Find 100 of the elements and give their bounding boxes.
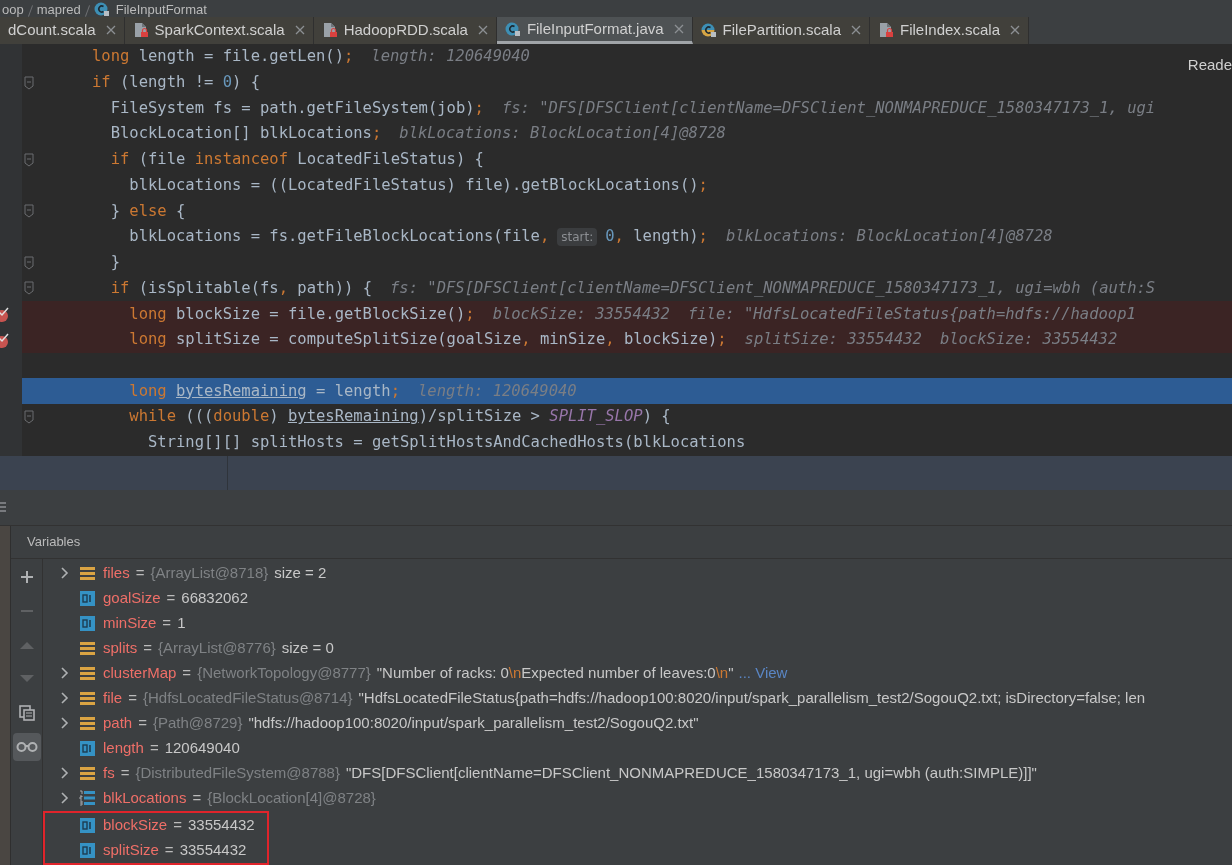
fold-marker-icon[interactable] [24, 255, 34, 270]
chevron-right-icon[interactable] [61, 567, 69, 580]
close-icon[interactable] [294, 25, 305, 36]
variable-name: file [103, 688, 123, 709]
primitive-icon [79, 741, 95, 756]
equals-sign: = [173, 815, 182, 836]
variable-name: splitSize [103, 840, 159, 861]
menu-icon[interactable] [0, 501, 6, 514]
object-icon [79, 566, 95, 581]
variable-type: {NetworkTopology@8777} [197, 663, 371, 684]
breadcrumb-item[interactable]: mapred [36, 1, 81, 17]
variable-value: 120649040 [164, 738, 240, 759]
variable-value: 1 [177, 613, 186, 634]
class-icon [504, 20, 521, 37]
chevron-right-icon[interactable] [61, 692, 69, 705]
variable-type: {Path@8729} [152, 713, 243, 734]
code-line: while (((double) bytesRemaining)/splitSize > SPLIT_SLOP) { [128, 406, 671, 428]
breakpoint-icon[interactable] [0, 306, 10, 323]
down-arrow-icon [18, 674, 35, 684]
file-tab[interactable]: FileIndex.scala [870, 16, 1030, 45]
variable-value: 33554432 [187, 815, 255, 836]
code-line: if (file instanceof LocatedFileStatus) { [109, 149, 484, 171]
chevron-right-icon[interactable] [61, 792, 69, 805]
fold-marker-icon[interactable] [24, 75, 34, 90]
class-icon [93, 0, 110, 17]
code-line: long bytesRemaining = length; length: 120649040 [128, 380, 577, 402]
primitive-icon [79, 843, 95, 858]
variable-name: clusterMap [103, 663, 177, 684]
code-line: if (isSplitable(fs, path)) { fs: "DFS[DFSClient[clientName=DFSClient_NONMAPREDUCE_1580347173_1, ugi=wbh (auth:S [109, 277, 1156, 299]
chevron-right-icon[interactable] [61, 767, 69, 780]
file-tab[interactable]: SparkContext.scala [124, 16, 314, 45]
class-icon [700, 22, 717, 39]
variable-type: {ArrayList@8718} [150, 563, 269, 584]
code-line: FileSystem fs = path.getFileSystem(job); fs: "DFS[DFSClient[clientName=DFSClient_NONMAPREDUCE_1580347173_1, ugi [109, 97, 1156, 119]
panel-title: Variables [27, 533, 81, 552]
code-line: if (length != 0) { [91, 72, 260, 94]
variable-name: path [103, 713, 133, 734]
copy-icon [18, 705, 35, 721]
variable-value: "Number of racks: 0\nExpected number of leaves:0\n" [376, 663, 734, 684]
variable-name: blockSize [103, 815, 168, 836]
equals-sign: = [164, 840, 174, 861]
file-tab[interactable]: FilePartition.scala [692, 16, 870, 45]
variable-name: files [103, 563, 130, 584]
equals-sign: = [149, 738, 159, 759]
equals-sign: = [120, 763, 130, 784]
equals-sign: = [192, 788, 202, 809]
fold-marker-icon[interactable] [24, 410, 34, 424]
primitive-icon [79, 591, 95, 606]
equals-sign: = [166, 588, 176, 609]
breadcrumb-item[interactable]: oop [2, 1, 24, 17]
variable-value: size = 0 [281, 638, 334, 659]
equals-sign: = [182, 663, 192, 684]
object-icon [79, 766, 95, 781]
up-arrow-icon [18, 640, 35, 650]
object-icon [79, 666, 95, 681]
variable-name: minSize [103, 613, 157, 634]
variable-name: splits [103, 638, 138, 659]
variable-value: "hdfs://hadoop100:8020/input/spark_parallelism_test2/SogouQ2.txt" [248, 713, 699, 734]
object-icon [79, 716, 95, 731]
glasses-icon [15, 741, 38, 753]
close-icon[interactable] [1010, 25, 1021, 36]
close-icon[interactable] [477, 25, 488, 36]
variable-name: goalSize [103, 588, 161, 609]
add-icon [19, 570, 34, 584]
variable-name: blkLocations [103, 788, 187, 809]
locked-file-icon [132, 22, 149, 39]
equals-sign: = [162, 613, 172, 634]
file-tab[interactable]: FileInputFormat.java [496, 16, 693, 45]
chevron-right-icon[interactable] [61, 717, 69, 730]
object-icon [79, 641, 95, 656]
primitive-icon [79, 818, 95, 833]
variable-value: 33554432 [179, 840, 247, 861]
file-tab[interactable]: HadoopRDD.scala [313, 16, 497, 45]
code-line: String[][] splitHosts = getSplitHostsAndCachedHosts(blkLocations [146, 432, 746, 454]
code-line: long blockSize = file.getBlockSize(); blockSize: 33554432 file: "HdfsLocatedFileStatus{path=hdfs://hadoop1 [128, 303, 1136, 325]
chevron-right-icon[interactable] [61, 667, 69, 680]
close-icon[interactable] [105, 25, 116, 36]
code-line: } [109, 252, 120, 274]
variable-type: {BlockLocation[4]@8728} [207, 788, 376, 809]
breakpoint-icon[interactable] [0, 331, 10, 348]
numbered-list-icon [79, 790, 95, 807]
breadcrumb-item[interactable]: FileInputFormat [115, 1, 207, 17]
code-line: blkLocations = ((LocatedFileStatus) file).getBlockLocations(); [128, 174, 708, 196]
equals-sign: = [143, 638, 152, 659]
close-icon[interactable] [673, 23, 684, 34]
fold-marker-icon[interactable] [24, 204, 34, 219]
code-line: long splitSize = computeSplitSize(goalSize, minSize, blockSize); splitSize: 33554432 blockSize: 33554432 [128, 329, 1118, 351]
variable-name: length [103, 738, 144, 759]
fold-marker-icon[interactable] [24, 281, 34, 296]
close-icon[interactable] [851, 25, 861, 36]
fold-marker-icon[interactable] [24, 152, 34, 167]
code-line: } else { [109, 200, 186, 222]
file-tab[interactable]: dCount.scala [0, 16, 125, 45]
equals-sign: = [135, 563, 145, 584]
variable-type: {DistributedFileSystem@8788} [135, 763, 340, 784]
code-line: blkLocations = fs.getFileBlockLocations(file, start: 0, length); blkLocations: BlockLocation[4]@8728 [128, 226, 1053, 248]
equals-sign: = [128, 688, 137, 709]
variable-value: 66832062 [181, 588, 249, 609]
locked-file-icon [321, 22, 338, 39]
toolbar-button[interactable] [12, 733, 41, 761]
